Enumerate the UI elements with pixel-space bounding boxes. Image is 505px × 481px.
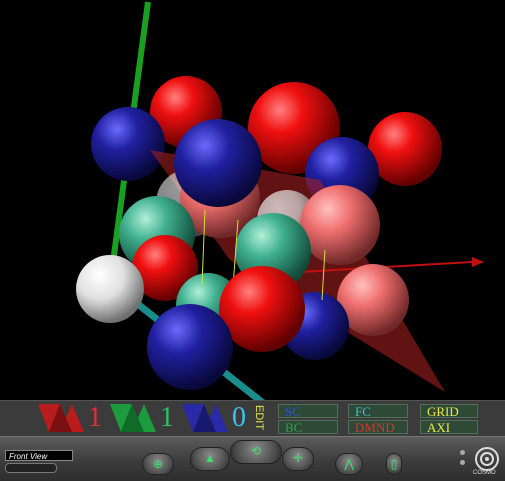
atom-sphere <box>147 304 233 390</box>
rotate-icon[interactable]: ⟲ <box>230 440 282 464</box>
blue-counter: 0 <box>232 402 246 433</box>
red-triangles-icon[interactable] <box>38 404 84 432</box>
dmnd-button[interactable]: DMND <box>348 420 408 435</box>
blue-triangles-icon[interactable] <box>182 404 228 432</box>
green-triangles-icon[interactable] <box>110 404 156 432</box>
viewpoint-slider[interactable] <box>5 463 57 473</box>
3d-viewport[interactable] <box>0 0 505 400</box>
red-counter: 1 <box>88 402 102 433</box>
atom-sphere <box>76 255 144 323</box>
x-axis-arrowhead <box>472 257 484 267</box>
grid-button[interactable]: GRID <box>420 404 478 419</box>
brand-label: COSMO <box>473 470 496 476</box>
fc-button[interactable]: FC <box>348 404 408 419</box>
edit-toggle[interactable]: EDIT <box>252 405 266 431</box>
atom-sphere <box>300 185 380 265</box>
straighten-icon[interactable]: ▯ <box>386 453 402 475</box>
atom-sphere <box>174 119 262 207</box>
crystal-scene[interactable] <box>0 0 505 400</box>
atom-sphere <box>91 107 165 181</box>
menu-dot-icon[interactable] <box>460 450 465 455</box>
walk-icon[interactable]: ▲ <box>190 447 230 471</box>
atom-sphere <box>368 112 442 186</box>
green-counter: 1 <box>160 402 174 433</box>
bc-button[interactable]: BC <box>278 420 338 435</box>
menu-dot-icon[interactable] <box>460 460 465 465</box>
seek-icon[interactable]: ⋀ <box>335 453 363 475</box>
pan-icon[interactable]: ✛ <box>282 447 314 471</box>
axi-button[interactable]: AXI <box>420 420 478 435</box>
viewpoint-select[interactable]: Front View <box>5 450 73 461</box>
sc-button[interactable]: SC <box>278 404 338 419</box>
zoom-icon[interactable]: ⊕ <box>142 453 174 475</box>
